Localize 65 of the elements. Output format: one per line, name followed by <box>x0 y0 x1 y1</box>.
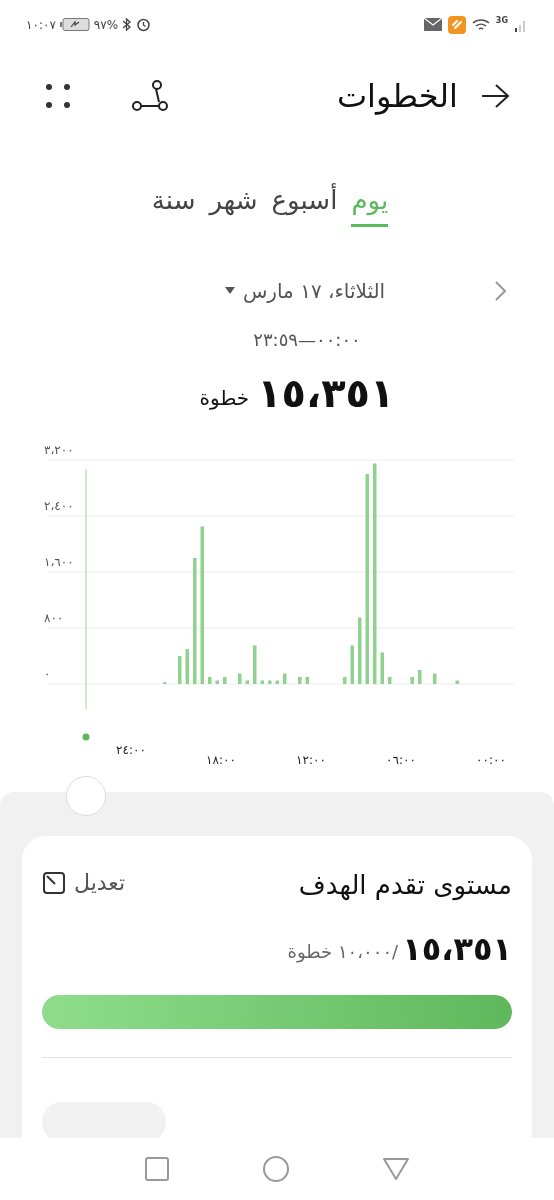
step-bar <box>238 673 242 684</box>
dropdown-caret-icon <box>224 287 235 295</box>
card-title: مستوى تقدم الهدف <box>298 869 512 903</box>
more-icon[interactable] <box>44 82 72 110</box>
page-title: الخطوات <box>336 76 458 117</box>
goal-steps: ١٥،٣٥١ <box>402 933 512 965</box>
share-icon[interactable] <box>130 78 170 114</box>
step-bar <box>178 656 182 684</box>
recents-icon[interactable] <box>145 1157 169 1181</box>
step-bar <box>380 652 384 684</box>
step-bar <box>350 645 354 684</box>
step-bar <box>358 617 362 684</box>
step-bar <box>253 645 257 684</box>
y-tick-label: ٢،٤٠٠ <box>44 499 74 513</box>
battery-icon <box>59 18 90 31</box>
step-bar <box>260 680 264 684</box>
date-dropdown[interactable]: الثلاثاء، ١٧ مارس <box>224 276 386 306</box>
step-bar <box>343 677 347 684</box>
cursor-time-label: ٢٤:٠٠ <box>116 743 146 757</box>
step-total: ١٥،٣٥١ <box>257 373 395 413</box>
drag-handle[interactable] <box>66 776 106 816</box>
step-bar <box>215 680 219 684</box>
step-bar <box>223 677 227 684</box>
battery-percent: %٩٧ <box>93 16 119 34</box>
cursor-dot <box>82 733 90 741</box>
step-bar <box>305 677 309 684</box>
step-bar <box>275 680 279 684</box>
mail-icon <box>423 18 442 31</box>
step-bar <box>283 673 287 684</box>
time-range: ٠٠:٠٠—٢٣:٥٩ <box>253 327 361 352</box>
alarm-icon <box>136 17 152 32</box>
x-tick-label: ١٨:٠٠ <box>206 753 236 767</box>
step-bar <box>208 677 212 684</box>
step-bar <box>185 649 189 684</box>
step-bar <box>455 680 459 684</box>
network-type: 3G <box>495 14 508 27</box>
app-notification-icon <box>447 15 466 34</box>
x-tick-label: ٠٦:٠٠ <box>386 753 416 767</box>
wifi-icon <box>471 17 490 32</box>
step-bar <box>410 677 414 684</box>
edit-button[interactable]: تعديل <box>42 866 126 899</box>
edit-icon <box>42 870 66 895</box>
previous-day-icon[interactable] <box>494 280 508 302</box>
period-tab[interactable]: سنة <box>151 181 196 227</box>
y-tick-label: ١،٦٠٠ <box>44 555 74 569</box>
step-unit: خطوة <box>199 385 250 412</box>
back-arrow-icon[interactable] <box>480 83 510 109</box>
step-bar <box>245 680 249 684</box>
clock-time: ١٠:٠٧ <box>26 16 56 34</box>
y-tick-label: ٠ <box>44 667 51 681</box>
period-tab[interactable]: أسبوع <box>271 181 338 227</box>
step-bar <box>433 673 437 684</box>
step-bar <box>418 670 422 684</box>
step-bar <box>268 680 272 684</box>
step-bar <box>388 677 392 684</box>
back-icon[interactable] <box>383 1157 409 1181</box>
goal-target: /١٠،٠٠٠ خطوة <box>287 940 399 965</box>
period-tab[interactable]: شهر <box>209 181 258 227</box>
y-tick-label: ٣،٢٠٠ <box>44 443 74 457</box>
home-icon[interactable] <box>263 1156 289 1182</box>
x-tick-label: ٠٠:٠٠ <box>476 753 506 767</box>
step-bar <box>298 677 302 684</box>
bluetooth-icon <box>122 17 133 32</box>
x-tick-label: ١٢:٠٠ <box>296 753 326 767</box>
y-tick-label: ٨٠٠ <box>44 611 64 625</box>
